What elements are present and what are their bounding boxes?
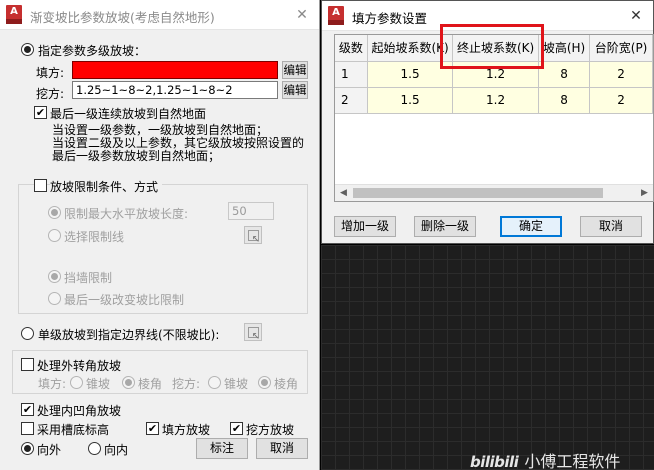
right-close-icon[interactable]: ✕: [623, 4, 649, 28]
outer-fill-prism-radio[interactable]: [122, 376, 135, 389]
limit-max-radio[interactable]: [48, 206, 61, 219]
outer-corner-label: 处理外转角放坡: [37, 359, 122, 373]
scroll-left-icon[interactable]: ◀: [335, 185, 352, 201]
outer-cut-prism-radio[interactable]: [258, 376, 271, 389]
limit-max-field[interactable]: 50: [228, 202, 274, 220]
autocad-app-icon: A: [328, 6, 344, 25]
left-dialog-title: 渐变坡比参数放坡(考虑自然地形): [30, 10, 215, 25]
outer-corner-checkbox[interactable]: [21, 358, 34, 371]
cut-edit-button[interactable]: 编辑: [282, 81, 308, 99]
limit-max-label: 限制最大水平放坡长度:: [64, 207, 189, 221]
note-line-3: 最后一级参数放坡到自然地面；: [52, 149, 221, 163]
ok-button[interactable]: 确定: [500, 216, 562, 237]
scroll-right-icon[interactable]: ▶: [636, 185, 653, 201]
last-change-label: 最后一级改变坡比限制: [64, 293, 185, 307]
select-line-label: 选择限制线: [64, 230, 125, 244]
step-width-cell[interactable]: 2: [589, 87, 653, 114]
trench-label: 采用槽底标高: [37, 423, 110, 437]
watermark-text: 小傅工程软件: [524, 452, 621, 470]
row-level-cell[interactable]: 1: [335, 61, 368, 88]
end-k-cell[interactable]: 1.2: [452, 87, 539, 114]
left-close-icon[interactable]: ✕: [289, 3, 315, 27]
inward-radio[interactable]: [88, 442, 101, 455]
left-titlebar: A 渐变坡比参数放坡(考虑自然地形) ✕: [0, 0, 319, 30]
opt-multi-radio[interactable]: [21, 43, 34, 56]
start-k-cell[interactable]: 1.5: [367, 87, 454, 114]
inner-corner-label: 处理内凹角放坡: [37, 404, 122, 418]
outer-fill-label: 填方:: [38, 377, 67, 391]
col-header-level[interactable]: 级数: [335, 35, 368, 62]
wall-label: 挡墙限制: [64, 271, 113, 285]
opt-multi-label: 指定参数多级放坡：: [38, 44, 147, 58]
pick-line-icon[interactable]: [244, 226, 262, 245]
fill-params-field[interactable]: 1.5 1.2~8~2,1.5 1.2~8~2: [72, 61, 278, 79]
mark-button[interactable]: 标注: [196, 438, 248, 459]
fill-slope-label: 填方放坡: [162, 423, 211, 437]
watermark: bilibili 小傅工程软件: [470, 448, 620, 470]
slope-params-dialog: A 渐变坡比参数放坡(考虑自然地形) ✕ 指定参数多级放坡： 填方: 1.5 1…: [0, 0, 320, 470]
pick-boundary-icon[interactable]: [244, 323, 262, 342]
single-level-label: 单级放坡到指定边界线(不限坡比):: [38, 328, 220, 342]
outer-cut-cone-label: 锥坡: [224, 377, 249, 391]
last-change-radio[interactable]: [48, 292, 61, 305]
step-width-cell[interactable]: 2: [589, 61, 653, 88]
outer-cut-prism-label: 棱角: [274, 377, 299, 391]
right-dialog-title: 填方参数设置: [352, 11, 428, 26]
cut-label: 挖方:: [36, 87, 65, 101]
left-cancel-button[interactable]: 取消: [256, 438, 308, 459]
scroll-thumb[interactable]: [353, 188, 603, 198]
cad-drawing-area[interactable]: [321, 245, 654, 470]
outer-fill-cone-radio[interactable]: [70, 376, 83, 389]
bilibili-logo: bilibili: [470, 453, 519, 470]
inner-corner-checkbox[interactable]: ✔: [21, 403, 34, 416]
outward-radio[interactable]: [21, 442, 34, 455]
wall-radio[interactable]: [48, 270, 61, 283]
outer-cut-cone-radio[interactable]: [208, 376, 221, 389]
cut-slope-label: 挖方放坡: [246, 423, 295, 437]
outer-fill-cone-label: 锥坡: [86, 377, 111, 391]
cut-slope-checkbox[interactable]: ✔: [230, 422, 243, 435]
table-row: 2 1.5 1.2 8 2: [335, 87, 653, 114]
limit-label: 放坡限制条件、方式: [50, 178, 163, 195]
col-header-step-width[interactable]: 台阶宽(P): [589, 35, 653, 62]
col-header-height[interactable]: 坡高(H): [538, 35, 591, 62]
add-level-button[interactable]: 增加一级: [334, 216, 396, 237]
horizontal-scrollbar[interactable]: ◀ ▶: [335, 184, 653, 201]
last-level-checkbox[interactable]: ✔: [34, 106, 47, 119]
autocad-app-icon: A: [6, 5, 22, 24]
cut-params-field[interactable]: 1.25~1~8~2,1.25~1~8~2: [72, 81, 278, 99]
height-cell[interactable]: 8: [538, 61, 591, 88]
select-line-radio[interactable]: [48, 229, 61, 242]
last-level-label: 最后一级连续放坡到自然地面: [50, 107, 207, 121]
outward-label: 向外: [37, 443, 62, 457]
height-cell[interactable]: 8: [538, 87, 591, 114]
fill-label: 填方:: [36, 66, 65, 80]
highlight-annotation-box: [440, 24, 544, 69]
fill-slope-checkbox[interactable]: ✔: [146, 422, 159, 435]
inward-label: 向内: [104, 443, 129, 457]
limit-checkbox[interactable]: [34, 179, 47, 192]
trench-checkbox[interactable]: [21, 422, 34, 435]
outer-cut-label: 挖方:: [172, 377, 201, 391]
delete-level-button[interactable]: 删除一级: [414, 216, 476, 237]
outer-fill-prism-label: 棱角: [138, 377, 163, 391]
row-level-cell[interactable]: 2: [335, 87, 368, 114]
single-level-radio[interactable]: [21, 327, 34, 340]
right-cancel-button[interactable]: 取消: [580, 216, 642, 237]
fill-edit-button[interactable]: 编辑: [282, 61, 308, 79]
